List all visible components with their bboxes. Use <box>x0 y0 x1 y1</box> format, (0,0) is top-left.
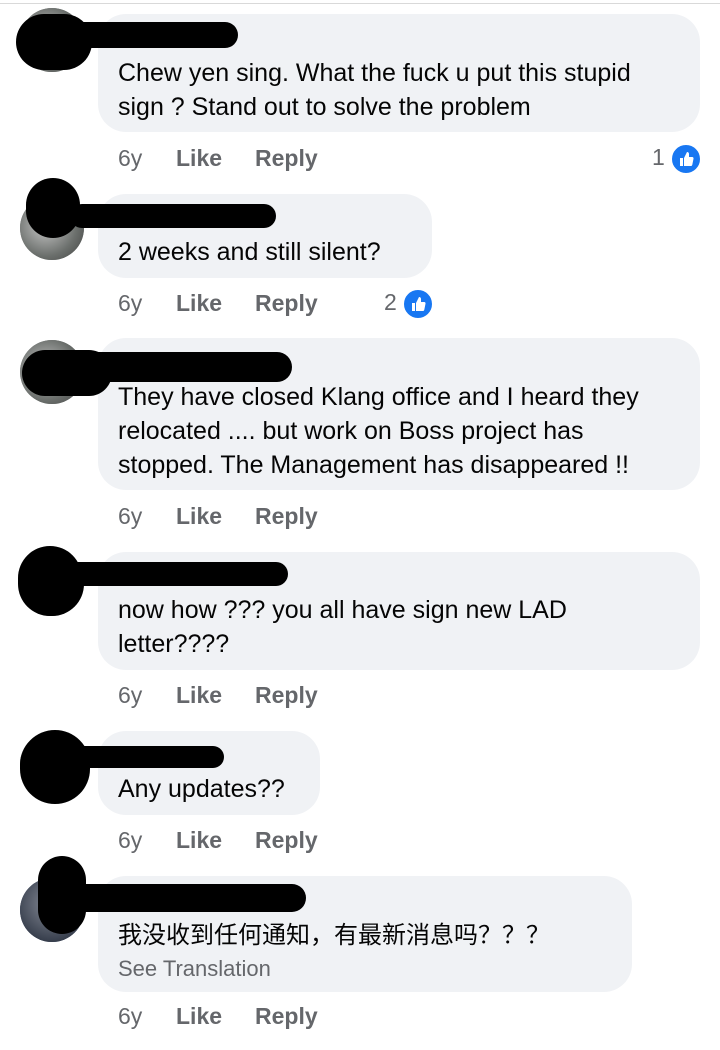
comment-text: Any updates?? <box>118 775 285 803</box>
thumbs-up-reaction-icon <box>402 288 434 320</box>
reply-button[interactable]: Reply <box>255 143 318 173</box>
top-divider <box>0 3 720 4</box>
reaction-count[interactable]: 1 <box>650 142 706 175</box>
comment-time[interactable]: 6y <box>118 288 142 318</box>
reply-button[interactable]: Reply <box>255 1001 318 1031</box>
thumbs-up-reaction-icon <box>670 143 702 175</box>
comment-text: They have closed Klang office and I hear… <box>118 383 639 479</box>
reply-button[interactable]: Reply <box>255 825 318 855</box>
reply-button[interactable]: Reply <box>255 288 318 318</box>
comment-text: 2 weeks and still silent? <box>118 238 381 266</box>
redacted-author-name <box>60 562 288 586</box>
comment-time[interactable]: 6y <box>118 143 142 173</box>
see-translation-link[interactable]: See Translation <box>118 956 271 982</box>
comment-actions: 6y Like Reply <box>118 1001 378 1031</box>
reaction-count-number: 2 <box>384 289 397 315</box>
comment-text: 我没收到任何通知，有最新消息吗？？？ <box>118 921 550 949</box>
comment-time[interactable]: 6y <box>118 825 142 855</box>
redacted-author-name <box>60 22 238 48</box>
comment-actions: 6y Like Reply <box>118 680 378 710</box>
like-button[interactable]: Like <box>176 1001 222 1031</box>
comment-text: Chew yen sing. What the fuck u put this … <box>118 59 631 121</box>
redacted-author-name <box>68 746 224 768</box>
comment-time[interactable]: 6y <box>118 501 142 531</box>
comment-bubble: Any updates?? <box>98 731 320 815</box>
like-button[interactable]: Like <box>176 288 222 318</box>
reply-button[interactable]: Reply <box>255 501 318 531</box>
redacted-author-name <box>70 204 276 228</box>
reply-button[interactable]: Reply <box>255 680 318 710</box>
reaction-count[interactable]: 2 <box>382 287 438 320</box>
comment-actions: 6y Like Reply <box>118 825 378 855</box>
comment-actions: 6y Like Reply <box>118 288 378 318</box>
comment-time[interactable]: 6y <box>118 680 142 710</box>
redacted-author-name <box>70 884 306 912</box>
like-button[interactable]: Like <box>176 825 222 855</box>
comment-text: now how ??? you all have sign new LAD le… <box>118 596 567 658</box>
comment-time[interactable]: 6y <box>118 1001 142 1031</box>
like-button[interactable]: Like <box>176 680 222 710</box>
comment-actions: 6y Like Reply <box>118 501 378 531</box>
reaction-count-number: 1 <box>652 144 665 170</box>
comment-actions: 6y Like Reply <box>118 143 678 173</box>
like-button[interactable]: Like <box>176 501 222 531</box>
like-button[interactable]: Like <box>176 143 222 173</box>
redacted-author-name <box>80 352 292 382</box>
